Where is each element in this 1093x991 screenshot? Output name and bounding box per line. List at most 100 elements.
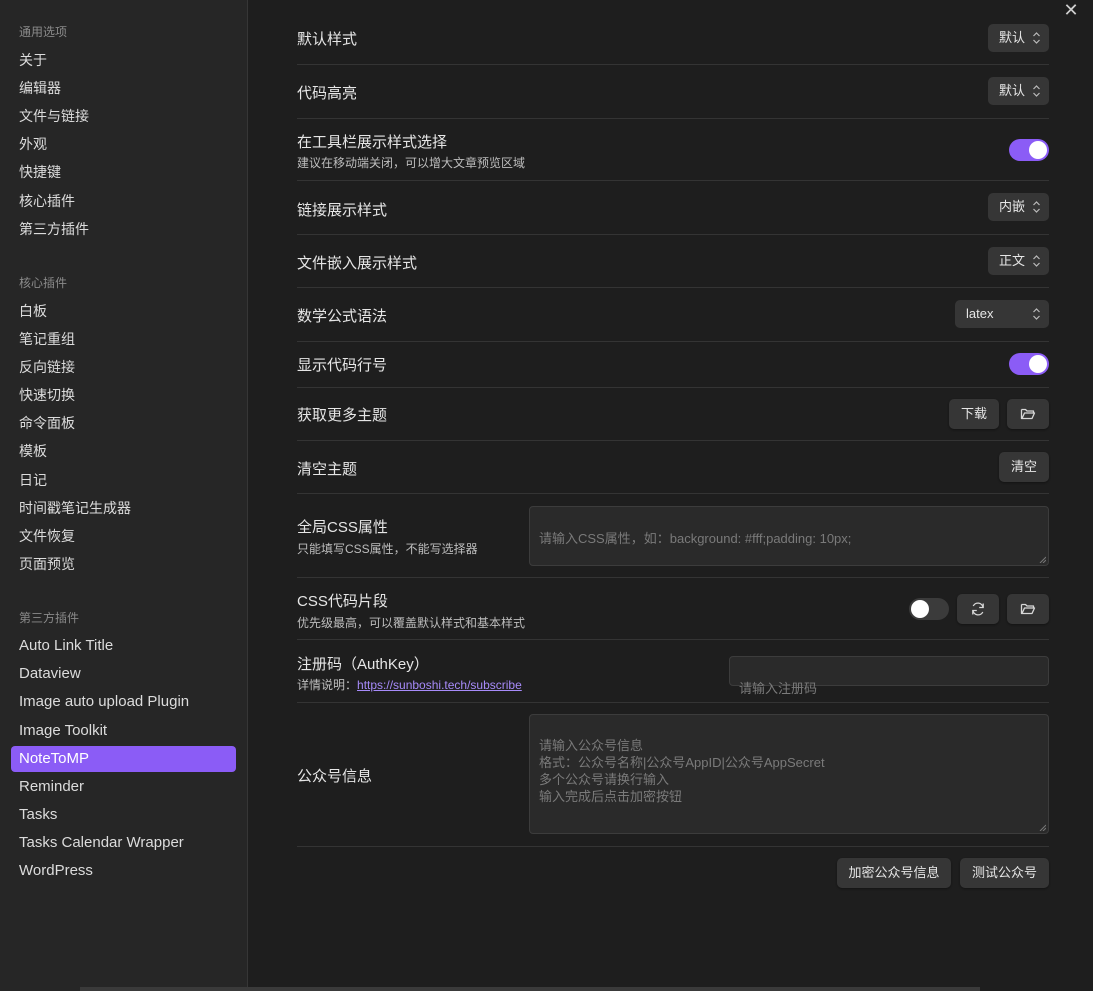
css-snippet-toggle[interactable]	[909, 598, 949, 620]
setting-label: 获取更多主题	[297, 407, 388, 424]
toggle-knob	[911, 600, 929, 618]
math-syntax-dropdown[interactable]: latex	[955, 300, 1049, 328]
setting-more-themes: 获取更多主题 下载	[297, 388, 1049, 441]
setting-math-syntax: 数学公式语法 latex	[297, 288, 1049, 342]
setting-clear-themes: 清空主题 清空	[297, 441, 1049, 494]
setting-code-highlight: 代码高亮 默认	[297, 65, 1049, 119]
sidebar-item-dataview[interactable]: Dataview	[11, 661, 236, 687]
toolbar-style-toggle[interactable]	[1009, 139, 1049, 161]
resize-handle-icon[interactable]	[1038, 555, 1046, 563]
download-button[interactable]: 下载	[949, 399, 999, 429]
toggle-knob	[1029, 141, 1047, 159]
sidebar-item-command-palette[interactable]: 命令面板	[11, 410, 236, 436]
sidebar-item-tasks-calendar[interactable]: Tasks Calendar Wrapper	[11, 830, 236, 856]
setting-label: 清空主题	[297, 461, 358, 478]
default-style-dropdown[interactable]: 默认	[988, 24, 1049, 52]
sidebar-group-title: 第三方插件	[19, 611, 80, 625]
code-highlight-dropdown[interactable]: 默认	[988, 77, 1049, 105]
wechat-info-textarea[interactable]: 请输入公众号信息 格式：公众号名称|公众号AppID|公众号AppSecret …	[529, 714, 1049, 834]
setting-description: 只能填写CSS属性，不能写选择器	[297, 542, 478, 556]
toggle-knob	[1029, 355, 1047, 373]
sidebar-item-page-preview[interactable]: 页面预览	[11, 551, 236, 577]
textarea-placeholder: 请输入公众号信息 格式：公众号名称|公众号AppID|公众号AppSecret …	[539, 738, 825, 804]
setting-embed-style: 文件嵌入展示样式 正文	[297, 235, 1049, 288]
setting-label: 默认样式	[297, 31, 358, 48]
sidebar-item-wordpress[interactable]: WordPress	[11, 858, 236, 884]
open-snippet-folder-button[interactable]	[1007, 594, 1049, 624]
sidebar-item-notetomp[interactable]: NoteToMP	[11, 746, 236, 772]
sidebar-item-image-toolkit[interactable]: Image Toolkit	[11, 718, 236, 744]
sidebar-item-templates[interactable]: 模板	[11, 438, 236, 464]
desc-prefix: 详情说明：	[297, 678, 358, 692]
settings-content: ✕ 默认样式 默认 代码高亮 默认 在工具栏展示样式选择 建议在移动端关闭，可以…	[249, 0, 1093, 991]
dropdown-value: 正文	[999, 253, 1026, 268]
setting-global-css: 全局CSS属性 只能填写CSS属性，不能写选择器 请输入CSS属性，如：back…	[297, 494, 1049, 578]
setting-css-snippet: CSS代码片段 优先级最高，可以覆盖默认样式和基本样式	[297, 578, 1049, 640]
open-folder-button[interactable]	[1007, 399, 1049, 429]
dropdown-value: 默认	[999, 30, 1026, 45]
setting-label: 注册码（AuthKey）	[297, 656, 429, 673]
test-wechat-button[interactable]: 测试公众号	[960, 858, 1049, 888]
setting-description: 详情说明：https://sunboshi.tech/subscribe	[297, 676, 522, 693]
sidebar-item-core-plugins[interactable]: 核心插件	[11, 188, 236, 214]
setting-label: 数学公式语法	[297, 308, 388, 325]
global-css-textarea[interactable]: 请输入CSS属性，如：background: #fff;padding: 10p…	[529, 506, 1049, 566]
setting-label: 显示代码行号	[297, 357, 388, 374]
sidebar-item-unique-note[interactable]: 时间戳笔记生成器	[11, 495, 236, 521]
subscribe-link[interactable]: https://sunboshi.tech/subscribe	[357, 678, 522, 692]
setting-label: 文件嵌入展示样式	[297, 255, 418, 272]
dropdown-value: 默认	[999, 83, 1026, 98]
close-icon[interactable]: ✕	[1061, 0, 1081, 20]
setting-link-style: 链接展示样式 内嵌	[297, 181, 1049, 235]
folder-open-icon	[1020, 603, 1036, 615]
sidebar-item-canvas[interactable]: 白板	[11, 298, 236, 324]
encrypt-wechat-button[interactable]: 加密公众号信息	[837, 858, 951, 888]
setting-label: 公众号信息	[297, 768, 373, 785]
sidebar-item-daily-notes[interactable]: 日记	[11, 467, 236, 493]
setting-line-numbers: 显示代码行号	[297, 342, 1049, 388]
sidebar-item-quick-switcher[interactable]: 快速切换	[11, 382, 236, 408]
chevron-updown-icon	[1032, 193, 1041, 226]
sidebar-group-title: 通用选项	[19, 25, 68, 39]
sidebar-item-auto-link-title[interactable]: Auto Link Title	[11, 633, 236, 659]
horizontal-scrollbar[interactable]	[80, 987, 980, 991]
settings-sidebar: 通用选项 关于 编辑器 文件与链接 外观 快捷键 核心插件 第三方插件 核心插件…	[0, 0, 248, 991]
setting-default-style: 默认样式 默认	[297, 12, 1049, 65]
line-numbers-toggle[interactable]	[1009, 353, 1049, 375]
setting-label: 链接展示样式	[297, 202, 388, 219]
sidebar-item-note-composer[interactable]: 笔记重组	[11, 326, 236, 352]
auth-key-input[interactable]: 请输入注册码	[729, 656, 1049, 696]
dropdown-value: 内嵌	[999, 199, 1026, 214]
setting-label: 在工具栏展示样式选择	[297, 134, 448, 151]
resize-handle-icon[interactable]	[1038, 823, 1046, 831]
sidebar-item-tasks[interactable]: Tasks	[11, 802, 236, 828]
setting-description: 建议在移动端关闭，可以增大文章预览区域	[297, 156, 526, 170]
sidebar-item-backlinks[interactable]: 反向链接	[11, 354, 236, 380]
chevron-updown-icon	[1032, 300, 1041, 333]
sidebar-item-files-links[interactable]: 文件与链接	[11, 103, 236, 129]
sidebar-item-hotkeys[interactable]: 快捷键	[11, 159, 236, 185]
setting-auth-key: 注册码（AuthKey） 详情说明：https://sunboshi.tech/…	[297, 640, 1049, 703]
setting-toolbar-style: 在工具栏展示样式选择 建议在移动端关闭，可以增大文章预览区域	[297, 119, 1049, 181]
clear-themes-button[interactable]: 清空	[999, 452, 1049, 482]
chevron-updown-icon	[1032, 77, 1041, 110]
link-style-dropdown[interactable]: 内嵌	[988, 193, 1049, 221]
setting-label: CSS代码片段	[297, 593, 388, 610]
refresh-icon	[972, 602, 984, 616]
sidebar-item-image-upload[interactable]: Image auto upload Plugin	[11, 689, 236, 715]
reload-snippets-button[interactable]	[957, 594, 999, 624]
sidebar-item-community-plugins[interactable]: 第三方插件	[11, 216, 236, 242]
sidebar-item-editor[interactable]: 编辑器	[11, 75, 236, 101]
sidebar-item-about[interactable]: 关于	[11, 47, 236, 73]
setting-wechat-info: 公众号信息 请输入公众号信息 格式：公众号名称|公众号AppID|公众号AppS…	[297, 703, 1049, 847]
setting-label: 代码高亮	[297, 85, 358, 102]
embed-style-dropdown[interactable]: 正文	[988, 247, 1049, 275]
sidebar-item-file-recovery[interactable]: 文件恢复	[11, 523, 236, 549]
input-placeholder: 请输入注册码	[739, 681, 818, 696]
setting-description: 优先级最高，可以覆盖默认样式和基本样式	[297, 616, 526, 630]
chevron-updown-icon	[1032, 247, 1041, 280]
sidebar-item-appearance[interactable]: 外观	[11, 131, 236, 157]
textarea-placeholder: 请输入CSS属性，如：background: #fff;padding: 10p…	[539, 531, 852, 546]
sidebar-item-reminder[interactable]: Reminder	[11, 774, 236, 800]
sidebar-group-title: 核心插件	[19, 276, 68, 290]
